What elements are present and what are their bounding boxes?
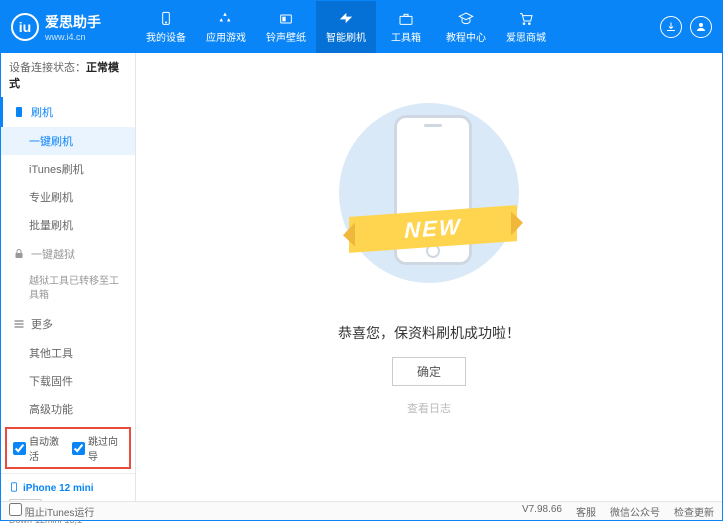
sidebar-flash-item-1[interactable]: iTunes刷机: [1, 155, 135, 183]
lock-icon: [13, 248, 25, 260]
top-nav: 我的设备 应用游戏 铃声壁纸 智能刷机 工具箱 教程中心 爱思商城: [136, 1, 650, 53]
apps-icon: [217, 11, 235, 27]
sidebar-flash-item-0[interactable]: 一键刷机: [1, 127, 135, 155]
auto-activate-checkbox[interactable]: 自动激活: [13, 433, 64, 463]
app-url: www.i4.cn: [45, 32, 101, 42]
nav-label: 应用游戏: [206, 29, 246, 44]
nav-label: 教程中心: [446, 29, 486, 44]
skip-guide-checkbox[interactable]: 跳过向导: [72, 433, 123, 463]
auto-activate-input[interactable]: [13, 442, 26, 455]
support-link[interactable]: 客服: [576, 504, 596, 519]
section-flash-label: 刷机: [31, 104, 53, 120]
app-title: 爱思助手: [45, 12, 101, 32]
version-label: V7.98.66: [522, 504, 562, 519]
block-itunes-checkbox[interactable]: 阻止iTunes运行: [9, 503, 94, 519]
check-update-link[interactable]: 检查更新: [674, 504, 714, 519]
status-bar: 阻止iTunes运行 V7.98.66 客服 微信公众号 检查更新: [1, 501, 722, 520]
logo-icon: iu: [11, 13, 39, 41]
main-content: NEW 恭喜您，保资料刷机成功啦！ 确定 查看日志: [136, 53, 722, 502]
nav-label: 爱思商城: [506, 29, 546, 44]
section-more[interactable]: 更多: [1, 309, 135, 339]
ringtone-icon: [277, 11, 295, 27]
nav-store[interactable]: 爱思商城: [496, 1, 556, 53]
nav-label: 我的设备: [146, 29, 186, 44]
wechat-link[interactable]: 微信公众号: [610, 504, 660, 519]
phone-icon: [13, 106, 25, 118]
nav-apps[interactable]: 应用游戏: [196, 1, 256, 53]
toolbox-icon: [397, 11, 415, 27]
conn-label: 设备连接状态：: [9, 62, 86, 74]
connection-status: 设备连接状态：正常模式: [1, 53, 135, 97]
nav-tutorial[interactable]: 教程中心: [436, 1, 496, 53]
device-icon: [157, 11, 175, 27]
nav-device[interactable]: 我的设备: [136, 1, 196, 53]
nav-flash[interactable]: 智能刷机: [316, 1, 376, 53]
sidebar-flash-item-3[interactable]: 批量刷机: [1, 211, 135, 239]
ok-button[interactable]: 确定: [392, 357, 466, 386]
user-icon[interactable]: [690, 16, 712, 38]
flash-icon: [337, 11, 355, 27]
skip-guide-label: 跳过向导: [88, 433, 123, 463]
block-itunes-input[interactable]: [9, 503, 22, 516]
sidebar-flash-item-2[interactable]: 专业刷机: [1, 183, 135, 211]
logo: iu 爱思助手 www.i4.cn: [1, 12, 136, 42]
auto-activate-label: 自动激活: [29, 433, 64, 463]
section-flash[interactable]: 刷机: [1, 97, 135, 127]
block-itunes-label: 阻止iTunes运行: [25, 508, 95, 519]
section-jailbreak: 一键越狱: [1, 239, 135, 269]
jailbreak-note: 越狱工具已转移至工具箱: [1, 269, 135, 309]
nav-label: 智能刷机: [326, 29, 366, 44]
store-icon: [517, 11, 535, 27]
tutorial-icon: [457, 11, 475, 27]
device-phone-icon: [9, 480, 19, 497]
device-name: iPhone 12 mini: [23, 483, 94, 494]
sidebar: 设备连接状态：正常模式 刷机 一键刷机iTunes刷机专业刷机批量刷机 一键越狱…: [1, 53, 136, 502]
sidebar-more-item-0[interactable]: 其他工具: [1, 339, 135, 367]
nav-label: 铃声壁纸: [266, 29, 306, 44]
success-message: 恭喜您，保资料刷机成功啦！: [338, 323, 520, 343]
section-jailbreak-label: 一键越狱: [31, 246, 75, 262]
section-more-label: 更多: [31, 316, 53, 332]
list-icon: [13, 318, 25, 330]
app-header: iu 爱思助手 www.i4.cn 我的设备 应用游戏 铃声壁纸 智能刷机 工具箱 教程中…: [1, 1, 722, 53]
skip-guide-input[interactable]: [72, 442, 85, 455]
nav-label: 工具箱: [391, 29, 421, 44]
sidebar-more-item-2[interactable]: 高级功能: [1, 395, 135, 423]
view-log-link[interactable]: 查看日志: [407, 400, 451, 416]
sidebar-more-item-1[interactable]: 下载固件: [1, 367, 135, 395]
nav-ringtone[interactable]: 铃声壁纸: [256, 1, 316, 53]
nav-toolbox[interactable]: 工具箱: [376, 1, 436, 53]
success-illustration: NEW: [329, 93, 529, 293]
option-checkboxes: 自动激活 跳过向导: [5, 427, 131, 469]
download-icon[interactable]: [660, 16, 682, 38]
